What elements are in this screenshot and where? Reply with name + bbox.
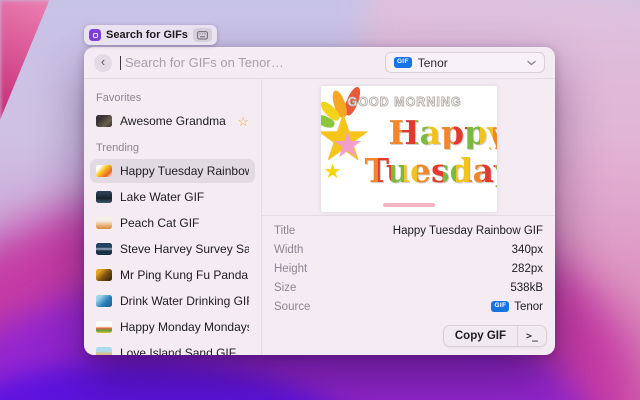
results-sidebar: Favorites Awesome Grandma GIF ☆ Trending… bbox=[84, 79, 262, 355]
action-button-group: Copy GIF >_ bbox=[443, 325, 547, 347]
gif-text-tuesday: Tuesday bbox=[365, 154, 497, 187]
gif-thumbnail bbox=[96, 347, 112, 355]
gif-thumbnail bbox=[96, 269, 112, 281]
back-chevron-icon: ‹ bbox=[101, 55, 105, 68]
gif-thumbnail bbox=[96, 217, 112, 229]
meta-value: 538kB bbox=[510, 282, 543, 294]
list-item-label: Happy Tuesday Rainbow GIF bbox=[120, 164, 249, 178]
chevron-down-icon bbox=[527, 60, 536, 66]
meta-label: Width bbox=[274, 244, 303, 256]
section-title-trending: Trending bbox=[96, 142, 249, 154]
list-item-label: Drink Water Drinking GIF bbox=[120, 294, 249, 308]
list-item-label: Lake Water GIF bbox=[120, 190, 204, 204]
gif-thumbnail bbox=[96, 321, 112, 333]
extension-icon bbox=[89, 29, 101, 41]
launcher-command-pill[interactable]: Search for GIFs bbox=[84, 25, 217, 45]
meta-value: 282px bbox=[512, 263, 543, 275]
wallpaper-violet-wave bbox=[0, 360, 420, 400]
list-item-awesome-grandma[interactable]: Awesome Grandma GIF ☆ bbox=[90, 109, 255, 133]
gif-preview-stage: GOOD MORNING ★ ★ ★ Happy Tuesday bbox=[262, 79, 555, 215]
meta-label: Title bbox=[274, 225, 295, 237]
list-item-label: Awesome Grandma GIF bbox=[120, 114, 229, 128]
list-item-lake-water[interactable]: Lake Water GIF bbox=[90, 185, 255, 209]
list-item-happy-tuesday[interactable]: Happy Tuesday Rainbow GIF bbox=[90, 159, 255, 183]
desktop-wallpaper: Search for GIFs ‹ GIF Tenor Favorites A bbox=[0, 0, 640, 400]
gif-thumbnail bbox=[96, 243, 112, 255]
favorite-star-icon: ☆ bbox=[237, 115, 249, 128]
meta-label: Size bbox=[274, 282, 296, 294]
source-dropdown-value: Tenor bbox=[418, 56, 521, 70]
meta-row-width: Width 340px bbox=[274, 240, 543, 259]
gif-source-icon: GIF bbox=[394, 57, 412, 68]
search-input[interactable] bbox=[125, 55, 377, 70]
list-item-label: Steve Harvey Survey Says GIF bbox=[120, 242, 249, 256]
list-item-peach-cat[interactable]: Peach Cat GIF bbox=[90, 211, 255, 235]
source-dropdown[interactable]: GIF Tenor bbox=[385, 52, 545, 73]
gif-thumbnail bbox=[96, 295, 112, 307]
copy-gif-button[interactable]: Copy GIF bbox=[444, 326, 517, 346]
meta-row-source: Source GIF Tenor bbox=[274, 297, 543, 316]
meta-value: Happy Tuesday Rainbow GIF bbox=[393, 225, 543, 237]
gif-preview-image: GOOD MORNING ★ ★ ★ Happy Tuesday bbox=[321, 86, 497, 212]
terminal-icon[interactable]: >_ bbox=[518, 326, 546, 346]
wallpaper-corner-shape bbox=[0, 0, 95, 120]
star-icon: ★ bbox=[324, 162, 342, 182]
list-item-label: Peach Cat GIF bbox=[120, 216, 199, 230]
source-name: Tenor bbox=[514, 301, 543, 313]
gif-search-window: ‹ GIF Tenor Favorites Awesome Grandma GI… bbox=[84, 47, 555, 355]
gif-source-icon: GIF bbox=[491, 301, 509, 312]
meta-label: Height bbox=[274, 263, 307, 275]
list-item-steve-harvey[interactable]: Steve Harvey Survey Says GIF bbox=[90, 237, 255, 261]
meta-value: 340px bbox=[512, 244, 543, 256]
meta-value: GIF Tenor bbox=[491, 301, 543, 313]
list-item-label: Happy Monday Mondays GIF bbox=[120, 320, 249, 334]
keyboard-icon bbox=[193, 28, 212, 42]
back-button[interactable]: ‹ bbox=[94, 54, 112, 72]
gif-thumbnail bbox=[96, 191, 112, 203]
meta-row-size: Size 538kB bbox=[274, 278, 543, 297]
meta-label: Source bbox=[274, 301, 310, 313]
list-item-happy-monday[interactable]: Happy Monday Mondays GIF bbox=[90, 315, 255, 339]
star-icon: ★ bbox=[332, 127, 364, 163]
search-bar: ‹ GIF Tenor bbox=[84, 47, 555, 79]
metadata-panel: Title Happy Tuesday Rainbow GIF Width 34… bbox=[262, 215, 555, 318]
command-title: Search for GIFs bbox=[106, 29, 188, 41]
gif-thumbnail bbox=[96, 115, 112, 127]
gif-text-happy: Happy bbox=[389, 116, 497, 149]
list-item-drink-water[interactable]: Drink Water Drinking GIF bbox=[90, 289, 255, 313]
list-item-label: Mr Ping Kung Fu Panda GIF bbox=[120, 268, 249, 282]
gif-thumbnail bbox=[96, 165, 112, 177]
gif-watermark bbox=[383, 203, 435, 207]
list-item-mr-ping[interactable]: Mr Ping Kung Fu Panda GIF bbox=[90, 263, 255, 287]
meta-row-title: Title Happy Tuesday Rainbow GIF bbox=[274, 221, 543, 240]
list-item-label: Love Island Sand GIF bbox=[120, 346, 236, 355]
list-item-love-island[interactable]: Love Island Sand GIF bbox=[90, 341, 255, 355]
meta-row-height: Height 282px bbox=[274, 259, 543, 278]
section-title-favorites: Favorites bbox=[96, 92, 249, 104]
text-caret bbox=[120, 56, 121, 70]
action-footer: Copy GIF >_ bbox=[262, 325, 555, 355]
preview-pane: GOOD MORNING ★ ★ ★ Happy Tuesday Title H… bbox=[262, 79, 555, 355]
